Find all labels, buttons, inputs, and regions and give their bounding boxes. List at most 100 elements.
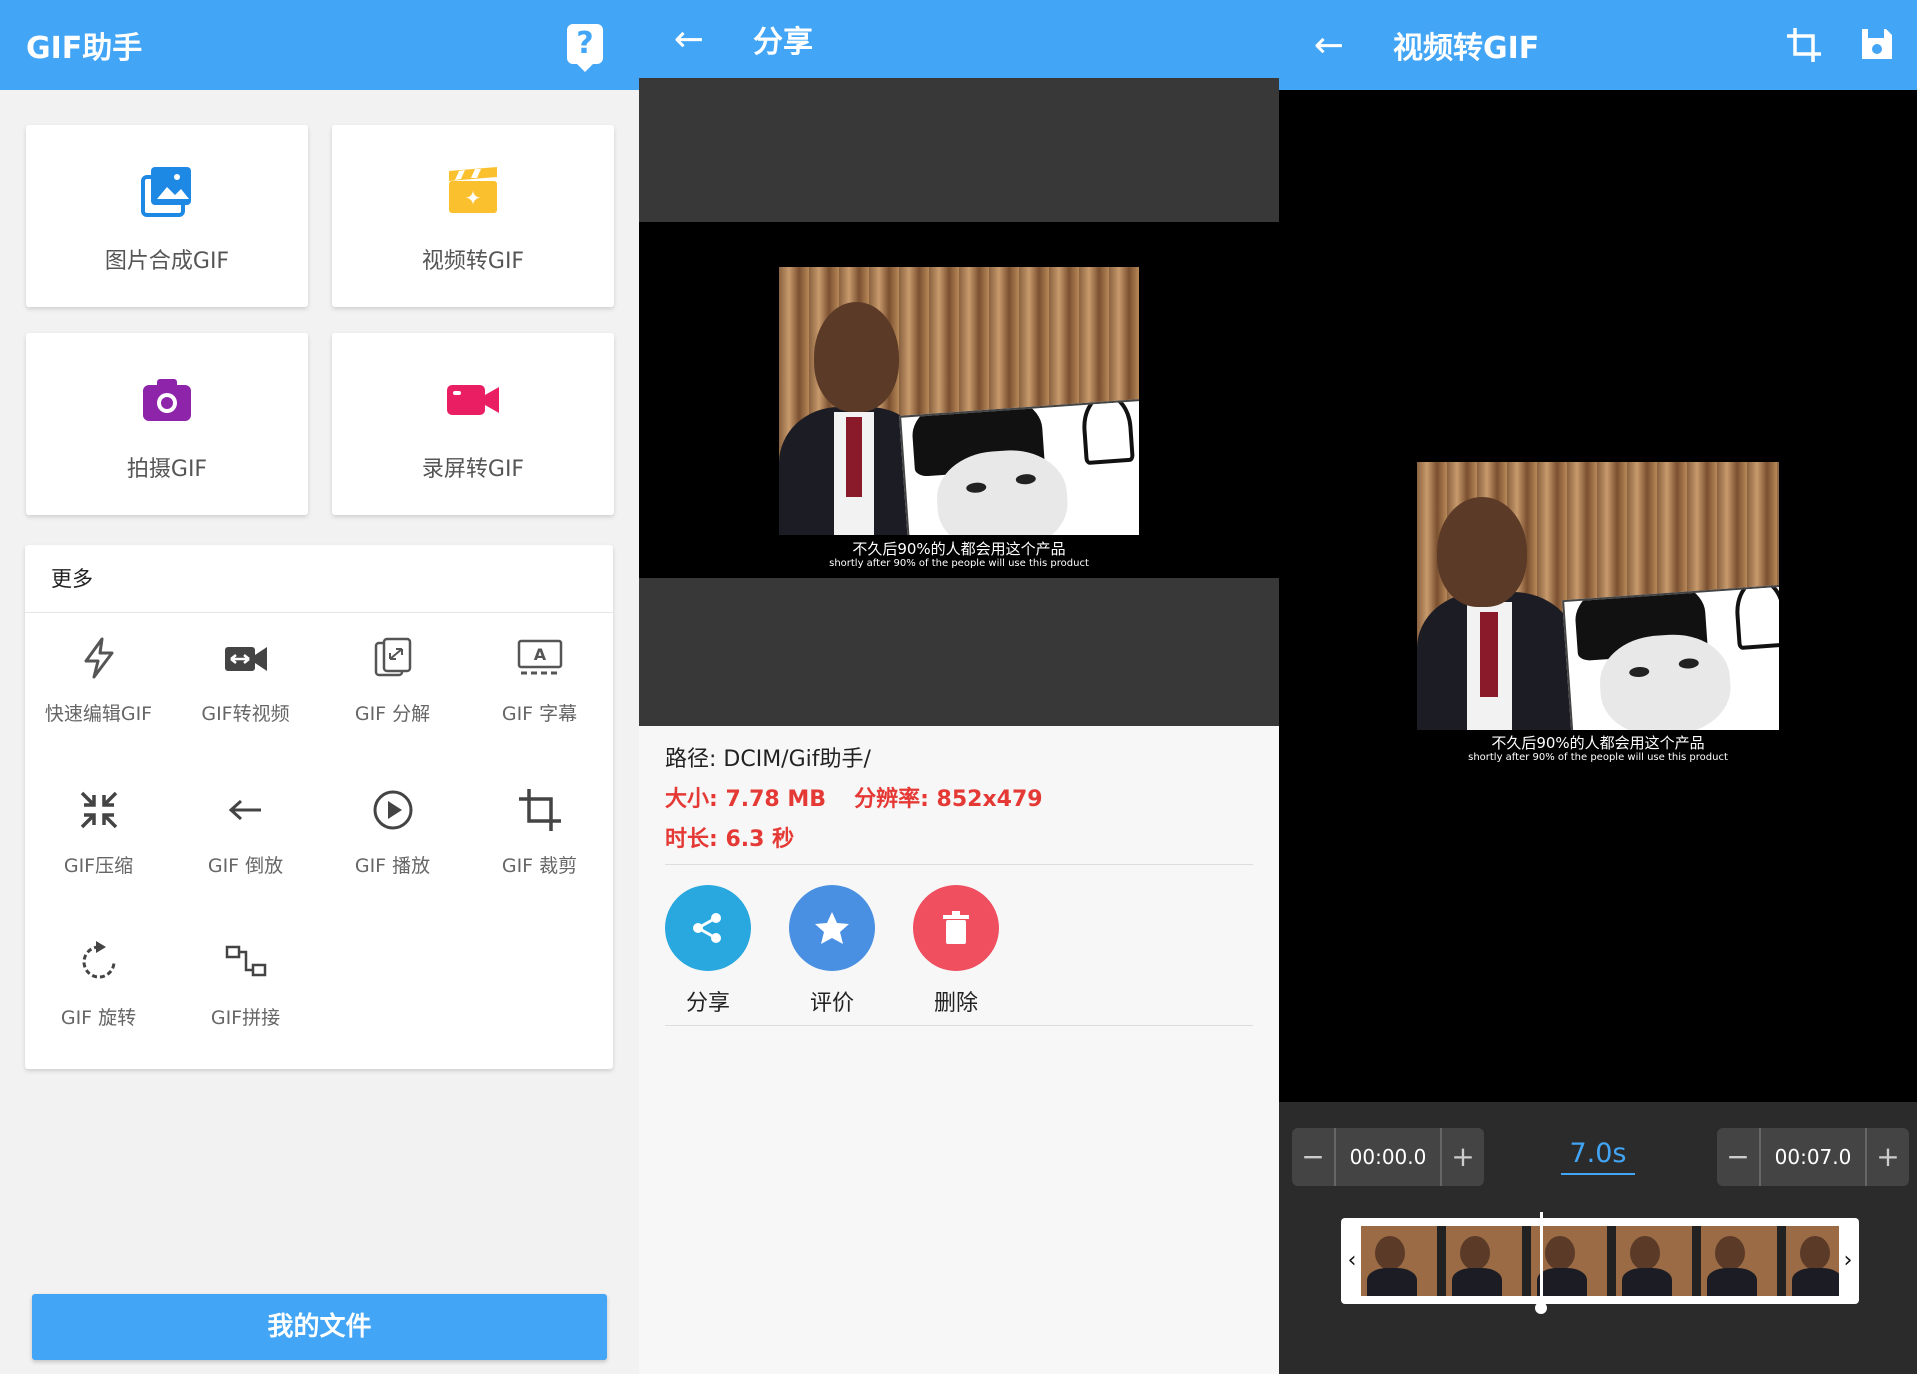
tool-gif-subtitle[interactable]: A GIF 字幕	[466, 613, 613, 743]
playhead[interactable]	[1535, 1212, 1547, 1314]
meme-face-image	[899, 398, 1139, 537]
app-title: GIF助手	[26, 31, 143, 66]
card-video-to-gif[interactable]: ✦ 视频转GIF	[332, 125, 614, 307]
card-shoot-gif[interactable]: 拍摄GIF	[26, 333, 308, 515]
divider	[665, 1025, 1253, 1026]
save-icon[interactable]	[1859, 26, 1895, 62]
bottom-bar: 我的文件	[0, 1282, 639, 1374]
more-title: 更多	[25, 545, 613, 613]
rotate-icon	[82, 941, 115, 979]
file-size-resolution: 大小: 7.78 MB 分辨率: 852x479	[665, 780, 1253, 820]
file-size: 大小: 7.78 MB	[665, 787, 827, 812]
subtitle-english: shortly after 90% of the people will use…	[829, 558, 1089, 569]
subtitle-chinese: 不久后90%的人都会用这个产品	[852, 540, 1066, 558]
play-icon	[373, 790, 412, 830]
image-stack-icon	[141, 167, 191, 217]
tool-gif-reverse[interactable]: GIF 倒放	[172, 765, 319, 895]
share-icon	[693, 913, 721, 943]
share-label: 分享	[685, 991, 730, 1016]
share-panel: ← 分享 不久后90%的人都会用这个产品 shortly after 90% o…	[639, 0, 1279, 1374]
start-time-stepper: − 00:00.0 +	[1292, 1128, 1484, 1186]
tool-label: GIF 字幕	[501, 703, 578, 725]
trim-left-handle[interactable]: ‹	[1343, 1218, 1361, 1304]
file-resolution: 分辨率: 852x479	[854, 787, 1043, 812]
clapperboard-sparkle-icon: ✦	[449, 167, 497, 213]
tool-gif-play[interactable]: GIF 播放	[319, 765, 466, 895]
end-minus-button[interactable]: −	[1717, 1128, 1761, 1186]
tool-gif-join[interactable]: GIF拼接	[172, 917, 319, 1047]
tool-gif-to-video[interactable]: GIF转视频	[172, 613, 319, 743]
file-path: 路径: DCIM/Gif助手/	[665, 747, 871, 772]
share-action[interactable]: 分享	[665, 885, 751, 1017]
trim-controls: − 00:00.0 + 7.0s − 00:07.0 + ‹ ›	[1279, 1102, 1917, 1374]
start-minus-button[interactable]: −	[1292, 1128, 1336, 1186]
start-plus-button[interactable]: +	[1440, 1128, 1484, 1186]
delete-action[interactable]: 删除	[913, 885, 999, 1017]
tool-label: GIF压缩	[63, 855, 134, 877]
tool-label: GIF 播放	[354, 855, 431, 877]
card-label: 视频转GIF	[421, 249, 525, 274]
rate-label: 评价	[809, 991, 854, 1016]
crop-icon	[518, 789, 561, 831]
share-button[interactable]	[665, 885, 751, 971]
frame-thumbnails	[1361, 1226, 1839, 1296]
tool-label: 快速编辑GIF	[44, 703, 153, 725]
svg-text:A: A	[533, 645, 546, 664]
video-camera-icon	[447, 385, 499, 415]
delete-label: 删除	[933, 991, 978, 1016]
back-arrow-icon[interactable]: ←	[669, 19, 709, 60]
split-icon	[374, 637, 411, 677]
frame-thumbnail	[1786, 1226, 1839, 1296]
tool-label: GIF 倒放	[207, 855, 284, 877]
app-bar: ← 分享	[639, 0, 1279, 78]
join-icon	[225, 945, 266, 977]
question-icon[interactable]: ?	[567, 24, 603, 72]
subtitle-icon: A	[517, 639, 562, 675]
trim-right-handle[interactable]: ›	[1839, 1218, 1857, 1304]
tool-gif-compress[interactable]: GIF压缩	[25, 765, 172, 895]
frame-thumbnail	[1616, 1226, 1692, 1296]
card-label: 拍摄GIF	[126, 457, 208, 482]
tool-quick-edit[interactable]: 快速编辑GIF	[25, 613, 172, 743]
tool-label: GIF拼接	[210, 1007, 281, 1029]
card-label: 图片合成GIF	[104, 249, 230, 274]
gif-preview-image	[779, 267, 1139, 537]
file-duration: 时长: 6.3 秒	[665, 827, 795, 852]
meme-face-image	[1562, 584, 1779, 730]
divider	[665, 864, 1253, 865]
app-bar: ← 视频转GIF	[1279, 0, 1917, 90]
tool-label: GIF 分解	[354, 703, 431, 725]
tool-label: GIF转视频	[201, 703, 290, 725]
card-image-to-gif[interactable]: 图片合成GIF	[26, 125, 308, 307]
lightning-icon	[84, 637, 113, 679]
crop-icon[interactable]	[1785, 26, 1823, 64]
frame-thumbnail	[1701, 1226, 1777, 1296]
end-plus-button[interactable]: +	[1865, 1128, 1909, 1186]
page-title: 分享	[753, 25, 813, 60]
home-panel: GIF助手 ? 图片合成GIF ✦ 视频转GIF 拍摄GIF 录屏转GIF 更多…	[0, 0, 639, 1374]
start-time-value[interactable]: 00:00.0	[1336, 1128, 1440, 1186]
delete-button[interactable]	[913, 885, 999, 971]
app-bar: GIF助手 ?	[0, 0, 639, 90]
back-arrow-icon[interactable]: ←	[1309, 25, 1349, 66]
card-screen-record-gif[interactable]: 录屏转GIF	[332, 333, 614, 515]
star-icon	[815, 912, 849, 944]
more-tools-section: 更多 快速编辑GIF GIF转视频 GIF 分解 A GIF 字幕 GIF压缩 …	[25, 545, 613, 1069]
video-convert-icon	[224, 647, 267, 671]
svg-text:✦: ✦	[465, 186, 482, 210]
video-preview-image	[1417, 462, 1779, 730]
tool-gif-rotate[interactable]: GIF 旋转	[25, 917, 172, 1047]
subtitle-chinese: 不久后90%的人都会用这个产品	[1491, 734, 1705, 752]
my-files-button[interactable]: 我的文件	[32, 1294, 607, 1360]
card-label: 录屏转GIF	[421, 457, 525, 482]
rate-action[interactable]: 评价	[789, 885, 875, 1017]
rate-button[interactable]	[789, 885, 875, 971]
end-time-value[interactable]: 00:07.0	[1761, 1128, 1865, 1186]
frame-thumbnail	[1361, 1226, 1437, 1296]
tool-gif-split[interactable]: GIF 分解	[319, 613, 466, 743]
end-time-stepper: − 00:07.0 +	[1717, 1128, 1909, 1186]
timeline-strip[interactable]: ‹ ›	[1341, 1212, 1859, 1314]
frame-thumbnail	[1446, 1226, 1522, 1296]
tool-gif-crop[interactable]: GIF 裁剪	[466, 765, 613, 895]
camera-icon	[143, 379, 191, 421]
